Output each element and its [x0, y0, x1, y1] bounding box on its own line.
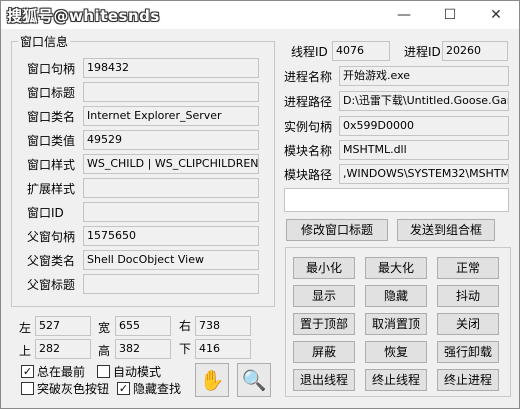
title-bar[interactable]: 搜狐号@whitesnds — ☐ ✕ [1, 1, 519, 29]
field-top[interactable]: 282 [35, 339, 91, 359]
label-instance-handle: 实例句柄 [284, 120, 333, 134]
hide-search-label: 隐藏查找 [133, 382, 182, 396]
field-process-name[interactable]: 开始游戏.exe [339, 66, 509, 86]
break-gray-label: 突破灰色按钮 [37, 382, 110, 396]
field-ext-style[interactable] [83, 178, 259, 198]
label-parent-class: 父窗类名 [27, 254, 76, 268]
exit-thread-button[interactable]: 退出线程 [293, 369, 355, 391]
always-on-top-checkmark[interactable]: ✓ [21, 365, 34, 378]
kill-thread-button[interactable]: 终止线程 [365, 369, 427, 391]
label-parent-handle: 父窗句柄 [27, 230, 76, 244]
label-bottom: 下 [179, 342, 192, 356]
field-right[interactable]: 738 [195, 316, 251, 336]
window-title: 搜狐号@whitesnds [7, 7, 160, 25]
modify-title-button[interactable]: 修改窗口标题 [286, 219, 388, 241]
label-height: 高 [98, 344, 111, 358]
normal-button[interactable]: 正常 [437, 257, 499, 279]
field-window-id[interactable] [83, 202, 259, 222]
extra-input[interactable] [284, 188, 509, 212]
label-thread-id: 线程ID [291, 45, 328, 59]
label-left: 左 [19, 321, 32, 335]
label-process-id: 进程ID [404, 45, 441, 59]
restore-button[interactable]: 恢复 [365, 341, 427, 363]
field-window-style[interactable]: WS_CHILD | WS_CLIPCHILDREN | W [83, 154, 259, 174]
auto-mode-checkbox[interactable]: 自动模式 [97, 363, 161, 380]
label-process-path: 进程路径 [284, 95, 333, 109]
label-width: 宽 [98, 321, 111, 335]
auto-mode-label: 自动模式 [113, 365, 162, 379]
label-module-path: 模块路径 [284, 168, 333, 182]
field-parent-class[interactable]: Shell DocObject View [83, 250, 259, 270]
topmost-button[interactable]: 置于顶部 [293, 313, 355, 335]
field-class-value[interactable]: 49529 [83, 130, 259, 150]
break-gray-checkbox[interactable]: 突破灰色按钮 [21, 380, 109, 397]
always-on-top-label: 总在最前 [37, 365, 86, 379]
field-instance-handle[interactable]: 0x599D0000 [339, 116, 509, 136]
untop-button[interactable]: 取消置顶 [365, 313, 427, 335]
label-module-name: 模块名称 [284, 144, 333, 158]
break-gray-checkmark[interactable] [21, 382, 34, 395]
window-info-legend: 窗口信息 [18, 33, 71, 50]
field-parent-handle[interactable]: 1575650 [83, 226, 259, 246]
field-left[interactable]: 527 [35, 316, 91, 336]
hand-icon[interactable]: ✋ [195, 363, 229, 397]
mask-button[interactable]: 屏蔽 [293, 341, 355, 363]
field-thread-id[interactable]: 4076 [332, 41, 390, 61]
label-top: 上 [19, 344, 32, 358]
close-icon[interactable]: ✕ [473, 1, 519, 29]
hide-search-checkmark[interactable]: ✓ [117, 382, 130, 395]
label-process-name: 进程名称 [284, 70, 333, 84]
field-module-path[interactable]: ,WINDOWS\SYSTEM32\MSHTML.dll [339, 164, 509, 184]
field-window-class[interactable]: Internet Explorer_Server [83, 106, 259, 126]
magnifier-icon[interactable]: 🔍 [237, 363, 271, 397]
maximize-button[interactable]: 最大化 [365, 257, 427, 279]
minimize-button[interactable]: 最小化 [293, 257, 355, 279]
auto-mode-checkmark[interactable] [97, 365, 110, 378]
label-ext-style: 扩展样式 [27, 182, 76, 196]
field-width[interactable]: 655 [115, 316, 171, 336]
main-window: 搜狐号@whitesnds — ☐ ✕ 窗口信息 窗口句柄 198432 窗口标… [0, 0, 520, 409]
label-window-handle: 窗口句柄 [27, 62, 76, 76]
label-right: 右 [179, 319, 192, 333]
show-button[interactable]: 显示 [293, 285, 355, 307]
label-parent-title: 父窗标题 [27, 278, 76, 292]
force-unload-button[interactable]: 强行卸载 [437, 341, 499, 363]
field-height[interactable]: 382 [115, 339, 171, 359]
minimize-icon[interactable]: — [381, 1, 427, 29]
field-module-name[interactable]: MSHTML.dll [339, 140, 509, 160]
label-window-id: 窗口ID [27, 206, 64, 220]
field-process-path[interactable]: D:\迅雷下载\Untitled.Goose.Gam [339, 91, 509, 111]
field-process-id[interactable]: 20260 [442, 41, 508, 61]
always-on-top-checkbox[interactable]: ✓ 总在最前 [21, 363, 85, 380]
field-parent-title[interactable] [83, 274, 259, 294]
hide-button[interactable]: 隐藏 [365, 285, 427, 307]
field-bottom[interactable]: 416 [195, 339, 251, 359]
field-window-title[interactable] [83, 82, 259, 102]
field-window-handle[interactable]: 198432 [83, 58, 259, 78]
shake-button[interactable]: 抖动 [437, 285, 499, 307]
maximize-icon[interactable]: ☐ [427, 1, 473, 29]
label-class-value: 窗口类值 [27, 134, 76, 148]
close-window-button[interactable]: 关闭 [437, 313, 499, 335]
label-window-title: 窗口标题 [27, 86, 76, 100]
kill-process-button[interactable]: 终止进程 [437, 369, 499, 391]
label-window-style: 窗口样式 [27, 158, 76, 172]
send-to-combo-button[interactable]: 发送到组合框 [397, 219, 495, 241]
hide-search-checkbox[interactable]: ✓ 隐藏查找 [117, 380, 181, 397]
label-window-class: 窗口类名 [27, 110, 76, 124]
